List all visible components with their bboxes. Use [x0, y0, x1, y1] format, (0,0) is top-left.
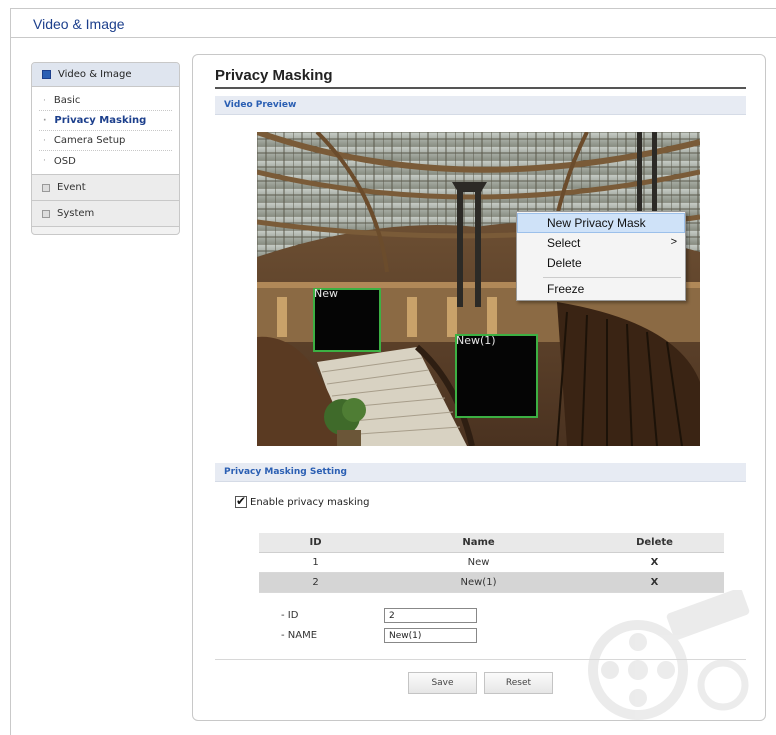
title-divider [215, 87, 746, 89]
menu-separator [543, 277, 681, 278]
sidebar-item-label: Camera Setup [53, 135, 126, 146]
column-header-id: ID [259, 533, 372, 553]
bullet-icon: · [43, 156, 46, 166]
chevron-right-icon: > [670, 236, 677, 248]
sidebar-section-video-image[interactable]: Video & Image [32, 63, 179, 87]
cell-name: New(1) [372, 572, 585, 593]
video-preview-section-header: Video Preview [215, 96, 746, 115]
bullet-icon: · [43, 135, 46, 146]
sidebar-submenu: · Basic · Privacy Masking · Camera Setup… [32, 87, 179, 175]
save-button[interactable]: Save [408, 672, 477, 694]
cell-name: New [372, 552, 585, 573]
column-header-delete: Delete [585, 533, 724, 553]
sidebar-item-camera-setup[interactable]: · Camera Setup [39, 131, 172, 151]
bullet-icon: · [43, 95, 46, 106]
sidebar-section-label: Video & Image [58, 69, 132, 80]
mask-label: New [314, 287, 338, 300]
left-divider [10, 38, 11, 735]
footer-divider [215, 659, 746, 660]
sidebar-group-event[interactable]: Event [32, 175, 179, 201]
delete-icon[interactable]: X [651, 557, 659, 568]
video-preview[interactable]: New New(1) New Privacy Mask Select > Del… [257, 132, 700, 446]
id-field-label: - ID [281, 610, 299, 621]
film-reel-watermark-icon [588, 590, 750, 720]
name-field[interactable] [384, 628, 477, 643]
enable-privacy-masking-row: Enable privacy masking [235, 494, 370, 508]
folder-closed-icon [42, 183, 50, 192]
table-header-row: ID Name Delete [259, 533, 724, 553]
page-title: Privacy Masking [215, 67, 333, 84]
table-row[interactable]: 1 New X [259, 552, 724, 573]
cell-id: 2 [259, 572, 372, 593]
main-panel: Privacy Masking Video Preview New New(1)… [192, 54, 766, 721]
bullet-icon: · [43, 115, 47, 126]
top-header-bar: Video & Image [10, 8, 776, 38]
menu-item-delete[interactable]: Delete [517, 253, 685, 273]
enable-privacy-masking-checkbox[interactable] [235, 494, 247, 508]
sidebar-item-privacy-masking[interactable]: · Privacy Masking [39, 111, 172, 131]
sidebar-item-label: OSD [53, 155, 76, 167]
mask-label: New(1) [456, 334, 496, 347]
name-field-label: - NAME [281, 630, 318, 641]
folder-open-icon [42, 70, 51, 79]
context-menu: New Privacy Mask Select > Delete Freeze [516, 211, 686, 301]
sidebar-item-basic[interactable]: · Basic [39, 91, 172, 111]
menu-item-new-privacy-mask[interactable]: New Privacy Mask [517, 213, 685, 233]
menu-item-label: Select [547, 236, 581, 250]
table-row-selected[interactable]: 2 New(1) X [259, 572, 724, 593]
menu-item-select[interactable]: Select > [517, 233, 685, 253]
column-header-name: Name [372, 533, 585, 553]
sidebar: Video & Image · Basic · Privacy Masking … [31, 62, 180, 235]
sidebar-item-osd[interactable]: · OSD [39, 151, 172, 171]
reset-button[interactable]: Reset [484, 672, 553, 694]
sidebar-item-label: Privacy Masking [54, 115, 147, 126]
enable-privacy-masking-label: Enable privacy masking [250, 496, 370, 508]
sidebar-group-system[interactable]: System [32, 201, 179, 227]
header-title: Video & Image [33, 16, 125, 32]
delete-icon[interactable]: X [651, 577, 659, 588]
sidebar-item-label: Basic [53, 95, 81, 106]
privacy-masking-setting-section-header: Privacy Masking Setting [215, 463, 746, 482]
mask-table: ID Name Delete 1 New X 2 New(1) X [259, 533, 724, 593]
id-field[interactable] [384, 608, 477, 623]
sidebar-group-label: Event [57, 182, 86, 193]
sidebar-group-label: System [57, 208, 95, 219]
menu-item-freeze[interactable]: Freeze [517, 279, 685, 299]
cell-id: 1 [259, 552, 372, 573]
folder-closed-icon [42, 209, 50, 218]
